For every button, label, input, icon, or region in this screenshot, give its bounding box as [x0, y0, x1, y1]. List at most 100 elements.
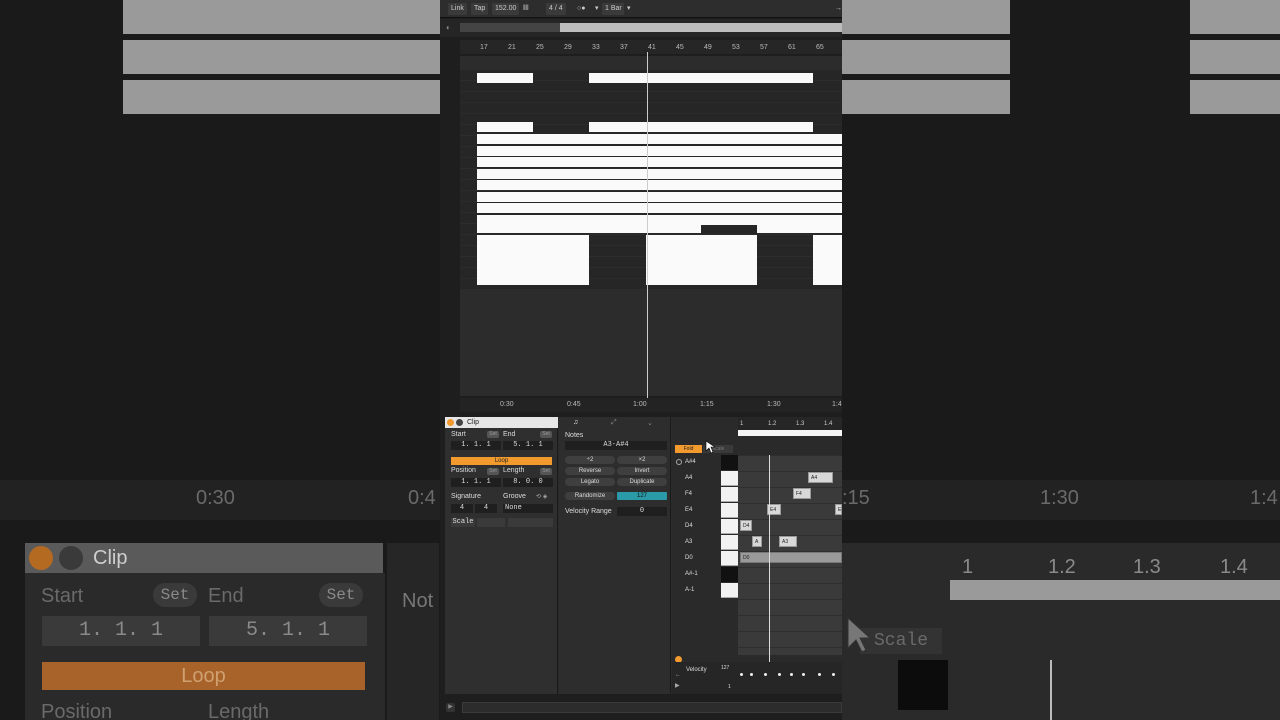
signature-denominator[interactable]: 4 [475, 504, 497, 513]
position-value[interactable]: 1. 1. 1 [451, 478, 501, 487]
tempo-field[interactable]: 152.00 [492, 3, 520, 15]
note-tab-icon[interactable]: ♫ [573, 419, 578, 426]
piano-key[interactable] [721, 503, 738, 518]
double-button[interactable]: ×2 [617, 456, 667, 464]
follow-arrow-icon[interactable]: → [832, 3, 842, 15]
arrangement-clip[interactable] [477, 134, 842, 144]
velocity-marker[interactable] [790, 673, 793, 676]
length-set-button[interactable]: Set [540, 468, 552, 475]
arrangement-clip[interactable] [477, 180, 842, 190]
randomize-amount[interactable]: 127 [617, 492, 667, 500]
velocity-marker[interactable] [818, 673, 821, 676]
scale-root-select[interactable] [477, 518, 505, 527]
arrangement-clip[interactable] [589, 73, 813, 83]
envelope-tab-icon[interactable]: ⤢ [611, 419, 617, 427]
midi-note[interactable]: F4 [793, 488, 811, 499]
arrangement-clip[interactable] [646, 245, 757, 255]
reverse-button[interactable]: Reverse [565, 467, 615, 475]
velocity-marker[interactable] [832, 673, 835, 676]
scale-name-select[interactable] [508, 518, 553, 527]
arrangement-clip[interactable] [477, 223, 701, 233]
arrangement-clip[interactable] [477, 145, 842, 156]
arrangement-view[interactable] [460, 56, 842, 396]
time-signature-field[interactable]: 4 / 4 [546, 3, 566, 15]
link-button[interactable]: Link [448, 3, 467, 15]
arrangement-clip[interactable] [477, 122, 533, 132]
signature-numerator[interactable]: 4 [451, 504, 473, 513]
arrangement-clip[interactable] [589, 122, 813, 132]
piano-key[interactable] [721, 567, 738, 582]
arrangement-clip[interactable] [813, 265, 842, 275]
start-value[interactable]: 1. 1. 1 [451, 441, 501, 450]
fold-button[interactable]: Fold [675, 445, 702, 453]
piano-key[interactable] [721, 535, 738, 550]
arrangement-clip[interactable] [813, 255, 842, 265]
velocity-range-value[interactable]: 0 [617, 507, 667, 516]
arrangement-clip[interactable] [646, 235, 757, 245]
velocity-lane[interactable]: ← ▶ Velocity 127 1 [672, 662, 842, 694]
arrangement-clip[interactable] [813, 245, 842, 255]
velocity-marker[interactable] [802, 673, 805, 676]
arrangement-clip[interactable] [477, 265, 589, 275]
overview-visible-range[interactable] [560, 23, 842, 32]
transform-tab-icon[interactable]: ⌄ [647, 419, 653, 427]
arrangement-clip[interactable] [477, 235, 589, 245]
piano-key[interactable] [721, 551, 738, 566]
piano-key[interactable] [721, 583, 738, 598]
velocity-marker[interactable] [740, 673, 743, 676]
invert-button[interactable]: Invert [617, 467, 667, 475]
nudge-icon[interactable]: ‖‖ [520, 3, 534, 15]
scale-toggle[interactable]: Scale [451, 518, 475, 527]
arrangement-clip[interactable] [477, 245, 589, 255]
velocity-marker[interactable] [778, 673, 781, 676]
overview-toggle-icon[interactable]: ◐ [446, 23, 451, 32]
bar-ruler[interactable]: 17 21 25 29 33 37 41 45 49 53 57 61 65 [460, 40, 842, 54]
arrangement-clip[interactable] [477, 73, 533, 83]
midi-note[interactable]: D0 [740, 552, 842, 563]
play-status-icon[interactable]: ▶ [446, 703, 455, 712]
piano-key[interactable] [721, 471, 738, 486]
length-value[interactable]: 8. 0. 0 [503, 478, 553, 487]
groove-hotswap-icon[interactable]: ⟲ ◈ [536, 493, 547, 500]
position-set-button[interactable]: Set [487, 468, 499, 475]
note-range-field[interactable]: A3-A#4 [565, 441, 667, 450]
arrangement-clip[interactable] [646, 255, 757, 265]
end-set-button[interactable]: Set [540, 431, 552, 438]
metronome-icon[interactable]: ○● [574, 3, 589, 15]
arrangement-clip[interactable] [477, 168, 842, 179]
duplicate-button[interactable]: Duplicate [617, 478, 667, 486]
piano-roll[interactable]: Fold Scale 1 1.2 1.3 1.4 A4 F4 E4 E D4 A A3 D0 ← ▶… [672, 417, 842, 694]
note-grid[interactable]: A4 F4 E4 E D4 A A3 D0 [738, 455, 842, 655]
midi-note[interactable]: A4 [808, 472, 833, 483]
midi-note[interactable]: A3 [779, 536, 797, 547]
velocity-marker[interactable] [764, 673, 767, 676]
tap-button[interactable]: Tap [471, 3, 489, 15]
half-button[interactable]: ÷2 [565, 456, 615, 464]
quantize-menu-icon[interactable]: ▾ [624, 3, 634, 15]
quantize-select[interactable]: 1 Bar [602, 3, 625, 15]
arrangement-clip[interactable] [813, 235, 842, 245]
clip-fold-icon[interactable] [456, 419, 463, 426]
arrangement-overview[interactable]: ◐ [440, 19, 842, 37]
velocity-expand-icon[interactable]: ← [675, 672, 681, 678]
arrangement-clip[interactable] [646, 275, 757, 285]
clip-activator-icon[interactable] [447, 419, 454, 426]
arrangement-clip[interactable] [757, 223, 842, 233]
midi-note[interactable]: D4 [740, 520, 752, 531]
legato-button[interactable]: Legato [565, 478, 615, 486]
loop-button[interactable]: Loop [451, 457, 552, 465]
preview-icon[interactable] [676, 459, 682, 465]
start-set-button[interactable]: Set [487, 431, 499, 438]
arrangement-clip[interactable] [477, 191, 842, 202]
groove-select[interactable]: None [503, 504, 553, 513]
arrangement-clip[interactable] [477, 157, 842, 167]
piano-key[interactable] [721, 487, 738, 502]
arrangement-clip[interactable] [477, 275, 589, 285]
velocity-play-icon[interactable]: ▶ [675, 682, 680, 689]
velocity-marker[interactable] [750, 673, 753, 676]
end-value[interactable]: 5. 1. 1 [503, 441, 553, 450]
metronome-menu-icon[interactable]: ▾ [592, 3, 602, 15]
loop-brace[interactable] [738, 430, 842, 436]
piano-key[interactable] [721, 455, 738, 470]
arrangement-clip[interactable] [813, 275, 842, 285]
